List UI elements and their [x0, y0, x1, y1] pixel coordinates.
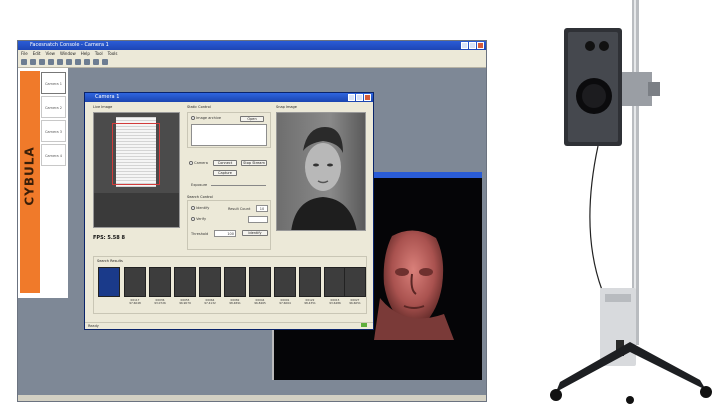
- open-button[interactable]: Open: [240, 116, 264, 122]
- static-control-label: Static Control: [187, 105, 211, 109]
- menu-view[interactable]: View: [45, 50, 55, 57]
- threshold-field[interactable]: 100: [214, 230, 236, 237]
- stop-stream-button[interactable]: Stop Stream: [241, 160, 267, 166]
- search-control-group: Identify Result Count 10 Verify Threshol…: [187, 200, 271, 250]
- copy-icon[interactable]: [57, 59, 63, 65]
- menu-edit[interactable]: Edit: [33, 50, 41, 57]
- menu-help[interactable]: Help: [81, 50, 90, 57]
- dialog-status-bar: Ready: [85, 322, 373, 329]
- verify-id-field[interactable]: [248, 216, 268, 223]
- result-caption: 00027 96.6051: [349, 298, 361, 305]
- result-thumb[interactable]: [124, 267, 146, 297]
- 3d-face-model: [374, 230, 454, 340]
- menu-tool[interactable]: Tool: [95, 50, 103, 57]
- result-caption: 00117 97.6048: [129, 298, 141, 305]
- snap-image-label: Snap Image: [276, 105, 297, 109]
- cut-icon[interactable]: [48, 59, 54, 65]
- camera-dialog-title: Camera 1: [95, 94, 120, 100]
- help-icon[interactable]: [93, 59, 99, 65]
- brand-logo: CYBULA: [23, 146, 38, 206]
- capture-button[interactable]: Capture: [213, 170, 237, 176]
- result-thumb-query[interactable]: [98, 267, 120, 297]
- result-count-field[interactable]: 10: [256, 205, 268, 212]
- snap-image-view: [276, 112, 366, 231]
- camera-label: Camera: [194, 161, 208, 165]
- close-icon[interactable]: [477, 42, 484, 49]
- result-caption: 00036 93.0726: [154, 298, 166, 305]
- verify-radio-label: Verify: [196, 217, 207, 221]
- search-results-group: Search Results 00117 97.6048 00036 93.0726…: [93, 256, 367, 314]
- status-text: Ready: [88, 324, 99, 328]
- result-caption: 00091 97.6064: [279, 298, 291, 305]
- result-caption: 00122 98.4351: [304, 298, 316, 305]
- new-icon[interactable]: [21, 59, 27, 65]
- camera-tab-2[interactable]: Camera 2: [41, 96, 66, 118]
- camera-tab-4[interactable]: Camera 4: [41, 144, 66, 166]
- result-thumb[interactable]: [324, 267, 346, 297]
- static-control-group: Image archive Open: [187, 112, 271, 148]
- result-caption: 00055 96.9079: [179, 298, 191, 305]
- live-image-view: [93, 112, 180, 228]
- camera-tab-3[interactable]: Camera 3: [41, 120, 66, 142]
- result-thumb[interactable]: [344, 267, 366, 297]
- threshold-label: Threshold: [191, 232, 209, 236]
- console-title-bar: Facesnatch Console - Camera 1: [18, 41, 486, 50]
- camera-tab-1[interactable]: Camera 1: [41, 72, 66, 94]
- paste-icon[interactable]: [66, 59, 72, 65]
- result-thumb[interactable]: [274, 267, 296, 297]
- select-icon[interactable]: [75, 59, 81, 65]
- connect-button[interactable]: Connect: [213, 160, 237, 166]
- camera-dialog: Camera 1 Live Image FPS: 5.58 8 Static C…: [84, 92, 374, 330]
- result-thumb[interactable]: [299, 267, 321, 297]
- result-thumb[interactable]: [174, 267, 196, 297]
- console-toolbar: [18, 57, 486, 68]
- identify-button[interactable]: Identify: [242, 230, 268, 236]
- scene: Facesnatch Console - Camera 1 File Edit …: [0, 0, 720, 405]
- result-thumb[interactable]: [224, 267, 246, 297]
- console-menu-bar: File Edit View Window Help Tool Tools: [18, 50, 486, 57]
- maximize-icon[interactable]: [469, 42, 476, 49]
- search-results-label: Search Results: [97, 259, 123, 263]
- menu-file[interactable]: File: [21, 50, 28, 57]
- result-caption: 00064 97.4132: [204, 298, 216, 305]
- image-archive-radio[interactable]: [191, 116, 195, 120]
- result-caption: 00082 98.4891: [229, 298, 241, 305]
- verify-radio[interactable]: [191, 217, 195, 221]
- search-control-label: Search Control: [187, 195, 213, 199]
- console-title-text: Facesnatch Console - Camera 1: [30, 42, 109, 48]
- result-caption: 00044 96.8465: [254, 298, 266, 305]
- dialog-minimize-icon[interactable]: [348, 94, 355, 101]
- camera-sidebar: CYBULA Camera 1 Camera 2 Camera 3 Camera…: [18, 68, 68, 298]
- live-image-label: Live Image: [93, 105, 113, 109]
- move-icon[interactable]: [84, 59, 90, 65]
- minimize-icon[interactable]: [461, 42, 468, 49]
- save-icon[interactable]: [39, 59, 45, 65]
- menu-window[interactable]: Window: [60, 50, 76, 57]
- dialog-maximize-icon[interactable]: [356, 94, 363, 101]
- result-thumb[interactable]: [199, 267, 221, 297]
- exposure-label: Exposure: [191, 183, 208, 187]
- console-status-bar: [18, 395, 486, 401]
- exposure-slider[interactable]: [211, 185, 266, 186]
- connection-status-icon: [361, 323, 367, 327]
- open-icon[interactable]: [30, 59, 36, 65]
- settings-icon[interactable]: [102, 59, 108, 65]
- archive-path-field[interactable]: [191, 124, 267, 146]
- result-count-label: Result Count: [228, 207, 251, 211]
- brand-strip: CYBULA: [20, 71, 40, 293]
- result-thumb[interactable]: [149, 267, 171, 297]
- identify-radio[interactable]: [191, 206, 195, 210]
- fps-readout: FPS: 5.58 8: [93, 235, 125, 241]
- menu-tools[interactable]: Tools: [108, 50, 118, 57]
- result-caption: 00015 93.6486: [329, 298, 341, 305]
- camera-tab-list: Camera 1 Camera 2 Camera 3 Camera 4: [41, 72, 66, 168]
- result-thumb[interactable]: [249, 267, 271, 297]
- identify-radio-label: Identify: [196, 206, 210, 210]
- dialog-close-icon[interactable]: [364, 94, 371, 101]
- 3d-scanner-stand: [550, 0, 712, 404]
- image-archive-label: Image archive: [196, 116, 222, 120]
- camera-dialog-title-bar: Camera 1: [85, 93, 373, 102]
- face-detection-box: [112, 123, 160, 185]
- camera-radio[interactable]: [189, 161, 193, 165]
